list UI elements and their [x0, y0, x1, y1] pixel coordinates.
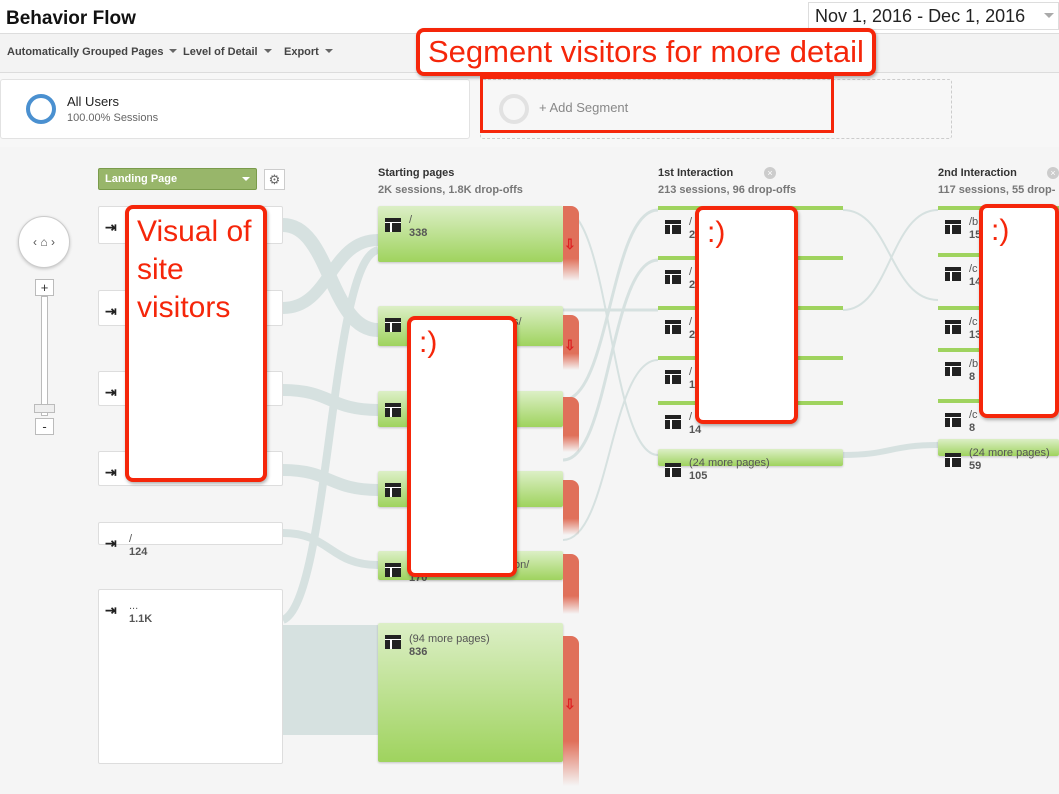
node-value: 124: [129, 546, 148, 558]
landing-node[interactable]: ⇥... 1.1K: [98, 589, 283, 764]
node-value: 14: [689, 424, 702, 436]
annotation-visual: Visual of site visitors: [125, 205, 267, 482]
page-icon: [385, 318, 401, 332]
node-label: /: [129, 533, 133, 545]
drop-off[interactable]: ⇩: [563, 206, 579, 281]
annotation-segment-highlight: [480, 76, 834, 133]
landing-page-selector[interactable]: Landing Page: [98, 168, 257, 190]
entrance-arrow-icon: ⇥: [105, 384, 117, 400]
page-icon: [665, 370, 681, 384]
node-label: (24 more pages): [689, 457, 770, 469]
page-icon: [665, 220, 681, 234]
node-value: 105: [689, 470, 708, 482]
starting-page-node[interactable]: (94 more pages) 836: [378, 623, 563, 762]
node-value: 59: [969, 460, 982, 472]
zoom-in-button[interactable]: +: [35, 279, 54, 296]
page-icon: [945, 362, 961, 376]
pan-control[interactable]: ‹ ⌂ ›: [18, 216, 70, 268]
selector-label: Landing Page: [105, 173, 178, 185]
starting-page-node[interactable]: /338: [378, 206, 563, 262]
starting-pages-stats: 2K sessions, 1.8K drop-offs: [378, 184, 523, 196]
drop-off[interactable]: [563, 554, 579, 614]
second-node[interactable]: (24 more pages) 59: [938, 443, 1059, 479]
page-icon: [385, 563, 401, 577]
annotation-segment: Segment visitors for more detail: [416, 28, 876, 76]
node-label: (24 more pages): [969, 447, 1050, 459]
annotation-smile: :): [695, 206, 798, 424]
first-node[interactable]: (24 more pages) 105: [658, 453, 843, 489]
node-label: /: [409, 214, 413, 226]
annotation-smile: :): [407, 316, 517, 577]
first-interaction-stats: 213 sessions, 96 drop-offs: [658, 184, 797, 196]
zoom-slider[interactable]: [41, 296, 48, 416]
drop-off[interactable]: [563, 480, 579, 535]
gear-icon[interactable]: ⚙: [264, 169, 285, 190]
page-icon: [385, 635, 401, 649]
drop-off[interactable]: ⇩: [563, 636, 579, 786]
node-value: 8: [969, 422, 976, 434]
drop-off-arrow-icon: ⇩: [564, 696, 576, 712]
starting-pages-title: Starting pages: [378, 167, 455, 179]
landing-node[interactable]: ⇥ /124: [98, 522, 283, 558]
page-icon: [945, 453, 961, 467]
entrance-arrow-icon: ⇥: [105, 602, 117, 618]
drop-off[interactable]: [563, 397, 579, 452]
close-icon[interactable]: ×: [764, 167, 776, 179]
node-label: /b: [969, 358, 979, 370]
page-icon: [385, 403, 401, 417]
page-icon: [385, 218, 401, 232]
drop-off-arrow-icon: ⇩: [564, 337, 576, 353]
node-label: /c: [969, 409, 978, 421]
page-icon: [665, 320, 681, 334]
entrance-arrow-icon: ⇥: [105, 535, 117, 551]
node-label: (94 more pages): [409, 633, 490, 645]
second-interaction-title: 2nd Interaction: [938, 167, 1017, 179]
page-icon: [665, 463, 681, 477]
node-value: 8: [969, 371, 976, 383]
zoom-slider-handle[interactable]: [34, 404, 55, 413]
second-interaction-stats: 117 sessions, 55 drop-: [938, 184, 1056, 196]
page-icon: [945, 320, 961, 334]
node-value: 836: [409, 646, 428, 658]
chevron-down-icon: [242, 177, 250, 185]
node-value: 338: [409, 227, 428, 239]
page-icon: [665, 270, 681, 284]
page-icon: [945, 220, 961, 234]
entrance-arrow-icon: ⇥: [105, 303, 117, 319]
page-icon: [945, 267, 961, 281]
page-icon: [945, 413, 961, 427]
close-icon[interactable]: ×: [1047, 167, 1059, 179]
page-icon: [385, 483, 401, 497]
first-interaction-title: 1st Interaction: [658, 167, 734, 179]
entrance-arrow-icon: ⇥: [105, 219, 117, 235]
entrance-arrow-icon: ⇥: [105, 464, 117, 480]
node-value: 1.1K: [129, 613, 153, 625]
zoom-out-button[interactable]: -: [35, 418, 54, 435]
node-label: ...: [129, 600, 139, 612]
drop-off[interactable]: ⇩: [563, 315, 579, 370]
page-icon: [665, 415, 681, 429]
drop-off-arrow-icon: ⇩: [564, 236, 576, 252]
annotation-smile: :): [979, 204, 1059, 418]
